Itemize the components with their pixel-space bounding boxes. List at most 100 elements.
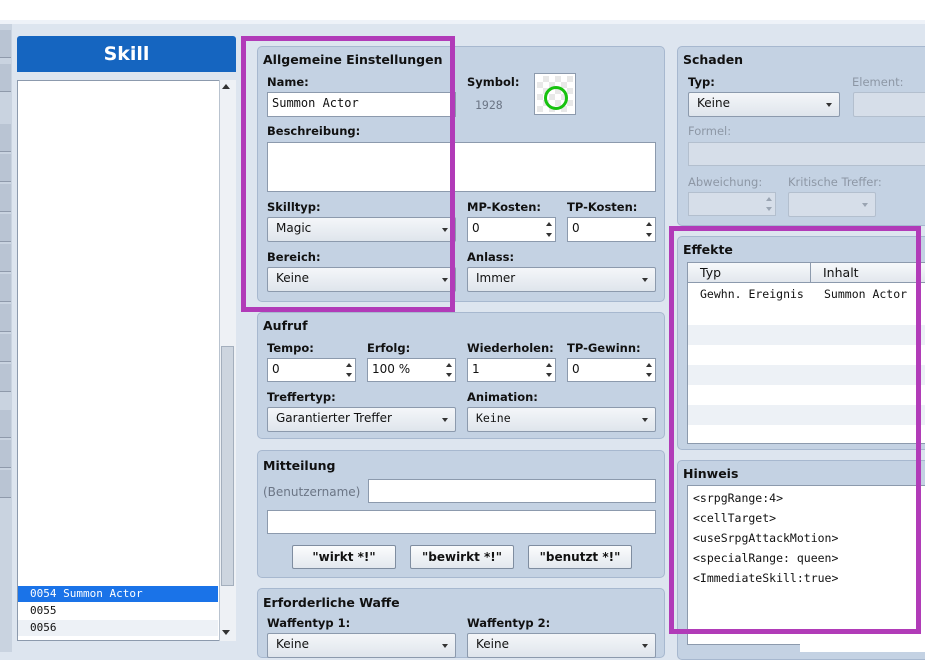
success-label: Erfolg: <box>367 341 411 355</box>
skill-list-item[interactable]: 0055 <box>18 603 218 619</box>
spin-up-icon[interactable] <box>546 363 552 367</box>
hit-type-select[interactable]: Garantierter Treffer <box>267 407 456 432</box>
symbol-label: Symbol: <box>467 75 520 89</box>
message-line-2-input[interactable] <box>267 510 656 534</box>
spin-up-icon[interactable] <box>646 363 652 367</box>
success-value: 100 % <box>372 362 411 376</box>
database-tab[interactable] <box>0 154 11 182</box>
highlight-frame-general <box>241 36 455 312</box>
occasion-value: Immer <box>476 271 516 285</box>
spin-down-icon[interactable] <box>346 373 352 377</box>
dropdown-arrow-icon <box>642 278 648 282</box>
mp-cost-label: MP-Kosten: <box>467 200 541 214</box>
element-select[interactable] <box>853 92 925 117</box>
mp-cost-value: 0 <box>472 221 480 235</box>
database-tab[interactable] <box>0 304 11 332</box>
spin-down-icon[interactable] <box>546 373 552 377</box>
database-tab[interactable] <box>0 364 11 392</box>
highlight-frame-effects-note <box>669 226 921 634</box>
speed-label: Tempo: <box>267 341 314 355</box>
tp-cost-label: TP-Kosten: <box>567 200 638 214</box>
spin-down-icon[interactable] <box>766 207 772 211</box>
tp-cost-value: 0 <box>572 221 580 235</box>
skill-list[interactable] <box>17 80 236 641</box>
spin-up-icon[interactable] <box>546 222 552 226</box>
weapon-type-1-label: Waffentyp 1: <box>267 616 351 630</box>
occasion-select[interactable]: Immer <box>467 267 656 292</box>
toolbar-strip <box>0 20 925 24</box>
speed-value: 0 <box>272 362 280 376</box>
critical-hits-label: Kritische Treffer: <box>788 175 882 189</box>
tp-cost-spinner[interactable]: 0 <box>567 217 656 242</box>
spin-up-icon[interactable] <box>346 363 352 367</box>
skill-list-item[interactable]: 0056 <box>18 620 218 636</box>
message-preset-causes-button[interactable]: "bewirkt *!" <box>410 545 514 569</box>
database-tab[interactable] <box>0 334 11 362</box>
scroll-down-arrow-icon[interactable] <box>222 630 230 635</box>
spin-up-icon[interactable] <box>766 197 772 201</box>
weapon-type-1-select[interactable]: Keine <box>267 633 456 658</box>
user-name-placeholder: (Benutzername) <box>263 485 361 499</box>
formula-input[interactable] <box>688 142 925 166</box>
tp-gain-value: 0 <box>572 362 580 376</box>
damage-type-select[interactable]: Keine <box>688 92 840 117</box>
database-tab[interactable] <box>0 244 11 272</box>
symbol-index: 1928 <box>475 98 503 112</box>
damage-type-value: Keine <box>697 96 730 110</box>
tp-gain-label: TP-Gewinn: <box>567 341 641 355</box>
weapon-type-1-value: Keine <box>276 637 309 651</box>
animation-value: Keine <box>476 411 511 425</box>
damage-type-label: Typ: <box>688 75 715 89</box>
mp-cost-spinner[interactable]: 0 <box>467 217 556 242</box>
dropdown-arrow-icon <box>642 418 648 422</box>
database-tab[interactable] <box>0 124 11 152</box>
database-tab[interactable] <box>0 440 11 468</box>
variance-spinner[interactable] <box>688 192 776 216</box>
repeat-label: Wiederholen: <box>467 341 554 355</box>
hit-type-label: Treffertyp: <box>267 390 336 404</box>
skill-list-header: Skill <box>17 36 236 72</box>
hit-type-value: Garantierter Treffer <box>276 411 392 425</box>
database-tab[interactable] <box>0 64 11 92</box>
message-preset-acts-button[interactable]: "wirkt *!" <box>292 545 396 569</box>
spin-down-icon[interactable] <box>546 233 552 237</box>
dropdown-arrow-icon <box>442 644 448 648</box>
formula-label: Formel: <box>688 124 732 138</box>
dropdown-arrow-icon <box>642 644 648 648</box>
spin-up-icon[interactable] <box>646 222 652 226</box>
message-preset-uses-button[interactable]: "benutzt *!" <box>528 545 632 569</box>
spin-down-icon[interactable] <box>646 233 652 237</box>
scroll-up-arrow-icon[interactable] <box>222 84 230 89</box>
damage-title: Schaden <box>683 52 744 67</box>
database-tab[interactable] <box>0 184 11 212</box>
critical-hits-select[interactable] <box>788 192 876 217</box>
repeat-value: 1 <box>472 362 480 376</box>
spin-down-icon[interactable] <box>446 373 452 377</box>
dropdown-arrow-icon <box>442 418 448 422</box>
skill-list-item-selected[interactable]: 0054 Summon Actor <box>18 586 218 602</box>
title-bar <box>0 0 925 20</box>
message-line-1-input[interactable] <box>368 479 656 503</box>
database-tab[interactable] <box>0 214 11 242</box>
tp-gain-spinner[interactable]: 0 <box>567 358 656 382</box>
message-title: Mitteilung <box>263 458 336 473</box>
speed-spinner[interactable]: 0 <box>267 358 356 382</box>
database-tab[interactable] <box>0 30 11 58</box>
success-spinner[interactable]: 100 % <box>367 358 456 382</box>
database-tab[interactable] <box>0 470 11 498</box>
weapon-type-2-value: Keine <box>476 637 509 651</box>
database-tab[interactable] <box>0 410 11 438</box>
animation-select[interactable]: Keine <box>467 407 656 432</box>
scrollbar-thumb[interactable] <box>221 346 234 586</box>
required-weapon-title: Erforderliche Waffe <box>263 595 400 610</box>
dropdown-arrow-icon <box>826 103 832 107</box>
database-tab-strip <box>0 24 12 652</box>
repeat-spinner[interactable]: 1 <box>467 358 556 382</box>
weapon-type-2-select[interactable]: Keine <box>467 633 656 658</box>
spin-up-icon[interactable] <box>446 363 452 367</box>
symbol-preview[interactable] <box>534 73 576 115</box>
invocation-title: Aufruf <box>263 318 308 333</box>
weapon-type-2-label: Waffentyp 2: <box>467 616 551 630</box>
spin-down-icon[interactable] <box>646 373 652 377</box>
database-tab[interactable] <box>0 274 11 302</box>
